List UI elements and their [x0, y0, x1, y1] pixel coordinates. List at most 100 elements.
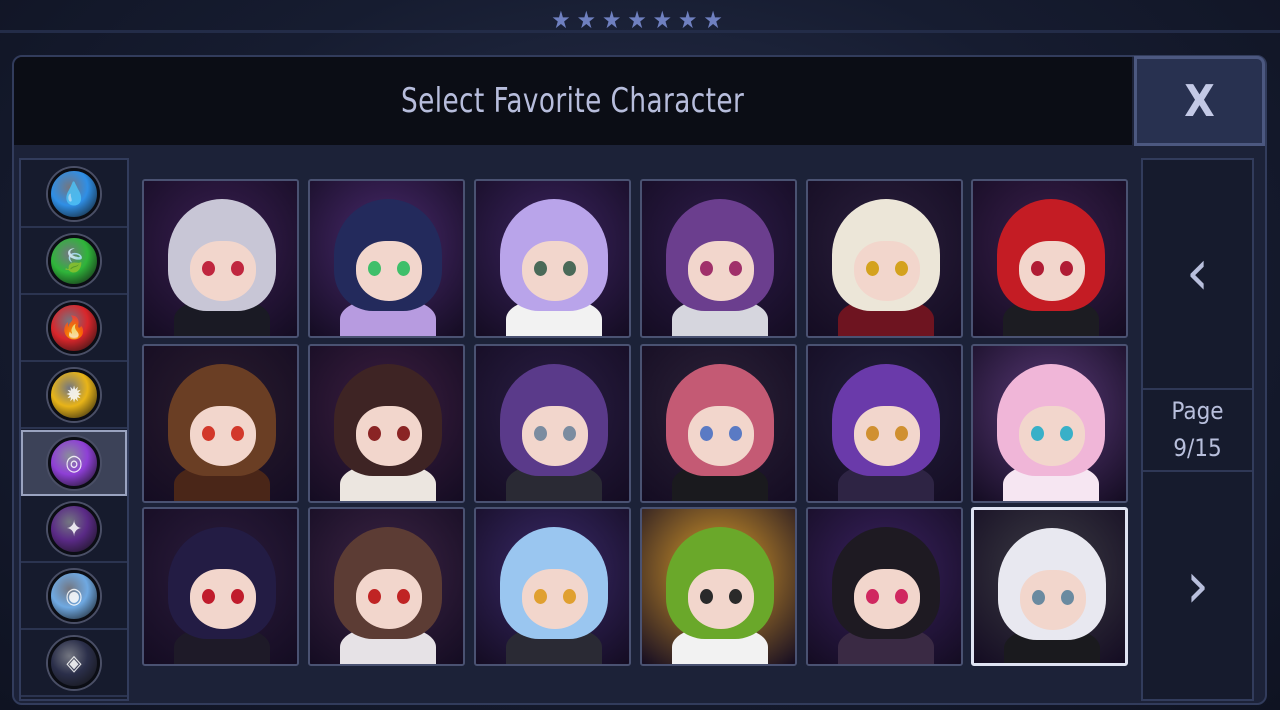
portrait-face [688, 406, 754, 466]
portrait-face [190, 569, 256, 629]
character-portrait [642, 181, 795, 336]
portrait-face [190, 241, 256, 301]
portrait-face [522, 406, 588, 466]
character-portrait [310, 346, 463, 501]
category-sidebar: 💧 🍃 🔥 ✹ ◎ ✦ ◉ ◈ [19, 158, 129, 701]
character-card[interactable] [308, 179, 465, 338]
portrait-eye [866, 426, 879, 441]
page-number: 9/15 [1173, 434, 1222, 462]
leaf-icon: 🍃 [48, 235, 100, 287]
character-card[interactable] [474, 344, 631, 503]
portrait-eye [895, 426, 908, 441]
character-card[interactable] [971, 179, 1128, 338]
character-card[interactable] [640, 507, 797, 666]
portrait-face [1020, 570, 1086, 630]
character-card[interactable] [308, 344, 465, 503]
portrait-face [1019, 406, 1085, 466]
character-card[interactable] [640, 179, 797, 338]
portrait-eye [397, 261, 410, 276]
portrait-face [190, 406, 256, 466]
portrait-eye [700, 589, 713, 604]
character-card[interactable] [971, 344, 1128, 503]
category-dark[interactable]: ◎ [21, 430, 127, 496]
portrait-eye [1061, 590, 1074, 605]
portrait-eye [895, 261, 908, 276]
portrait-face [688, 241, 754, 301]
portrait-face [522, 241, 588, 301]
character-card[interactable] [640, 344, 797, 503]
character-portrait [476, 346, 629, 501]
character-portrait [808, 509, 961, 664]
portrait-eye [368, 426, 381, 441]
character-portrait [973, 346, 1126, 501]
header-star-ornament: ★★★★★★★ [551, 6, 729, 34]
character-card[interactable] [142, 179, 299, 338]
dialog-title: Select Favorite Character [401, 81, 745, 121]
previous-page-button[interactable]: ‹ [1143, 160, 1252, 386]
portrait-eye [866, 589, 879, 604]
character-card[interactable] [142, 344, 299, 503]
sun-icon: ✹ [48, 369, 100, 421]
portrait-eye [700, 426, 713, 441]
category-cosmic[interactable]: ✦ [21, 497, 127, 563]
portrait-eye [700, 261, 713, 276]
character-portrait [808, 346, 961, 501]
portrait-eye [729, 589, 742, 604]
character-portrait [144, 346, 297, 501]
portrait-eye [231, 261, 244, 276]
portrait-eye [397, 426, 410, 441]
portrait-eye [1060, 261, 1073, 276]
character-card[interactable] [308, 507, 465, 666]
category-water[interactable]: 💧 [21, 162, 127, 228]
page-label: Page [1171, 397, 1224, 425]
portrait-eye [534, 261, 547, 276]
portrait-eye [1031, 261, 1044, 276]
character-card[interactable] [806, 507, 963, 666]
portrait-eye [231, 589, 244, 604]
character-card[interactable] [806, 179, 963, 338]
portrait-face [356, 241, 422, 301]
portrait-eye [202, 426, 215, 441]
portrait-eye [368, 589, 381, 604]
portrait-eye [397, 589, 410, 604]
character-card[interactable] [806, 344, 963, 503]
character-portrait [310, 509, 463, 664]
close-button[interactable]: X [1134, 56, 1265, 146]
category-fire[interactable]: 🔥 [21, 296, 127, 362]
portrait-eye [866, 261, 879, 276]
portrait-eye [895, 589, 908, 604]
chevron-left-icon: ‹ [1185, 236, 1210, 310]
character-portrait [310, 181, 463, 336]
category-frost[interactable]: ◉ [21, 564, 127, 630]
flame-icon: 🔥 [48, 302, 100, 354]
character-card[interactable] [474, 179, 631, 338]
page-indicator: Page 9/15 [1143, 388, 1252, 472]
portrait-face [1019, 241, 1085, 301]
portrait-eye [563, 261, 576, 276]
portrait-eye [563, 589, 576, 604]
category-light[interactable]: ✹ [21, 363, 127, 429]
portrait-eye [1060, 426, 1073, 441]
portrait-face [854, 406, 920, 466]
top-divider [0, 30, 1280, 33]
portrait-face [688, 569, 754, 629]
chevron-right-icon: › [1185, 548, 1210, 623]
portrait-eye [1032, 590, 1045, 605]
portrait-face [854, 241, 920, 301]
page-navigation: ‹ Page 9/15 › [1141, 158, 1254, 701]
portrait-eye [729, 261, 742, 276]
portrait-face [356, 569, 422, 629]
character-card[interactable] [474, 507, 631, 666]
character-portrait [476, 509, 629, 664]
character-portrait [642, 509, 795, 664]
category-nature[interactable]: 🍃 [21, 229, 127, 295]
character-portrait [144, 509, 297, 664]
character-card[interactable] [971, 507, 1128, 666]
character-portrait [476, 181, 629, 336]
next-page-button[interactable]: › [1143, 472, 1252, 699]
character-portrait [974, 510, 1125, 663]
category-shadow[interactable]: ◈ [21, 631, 127, 697]
portrait-eye [534, 589, 547, 604]
character-card[interactable] [142, 507, 299, 666]
portrait-eye [231, 426, 244, 441]
